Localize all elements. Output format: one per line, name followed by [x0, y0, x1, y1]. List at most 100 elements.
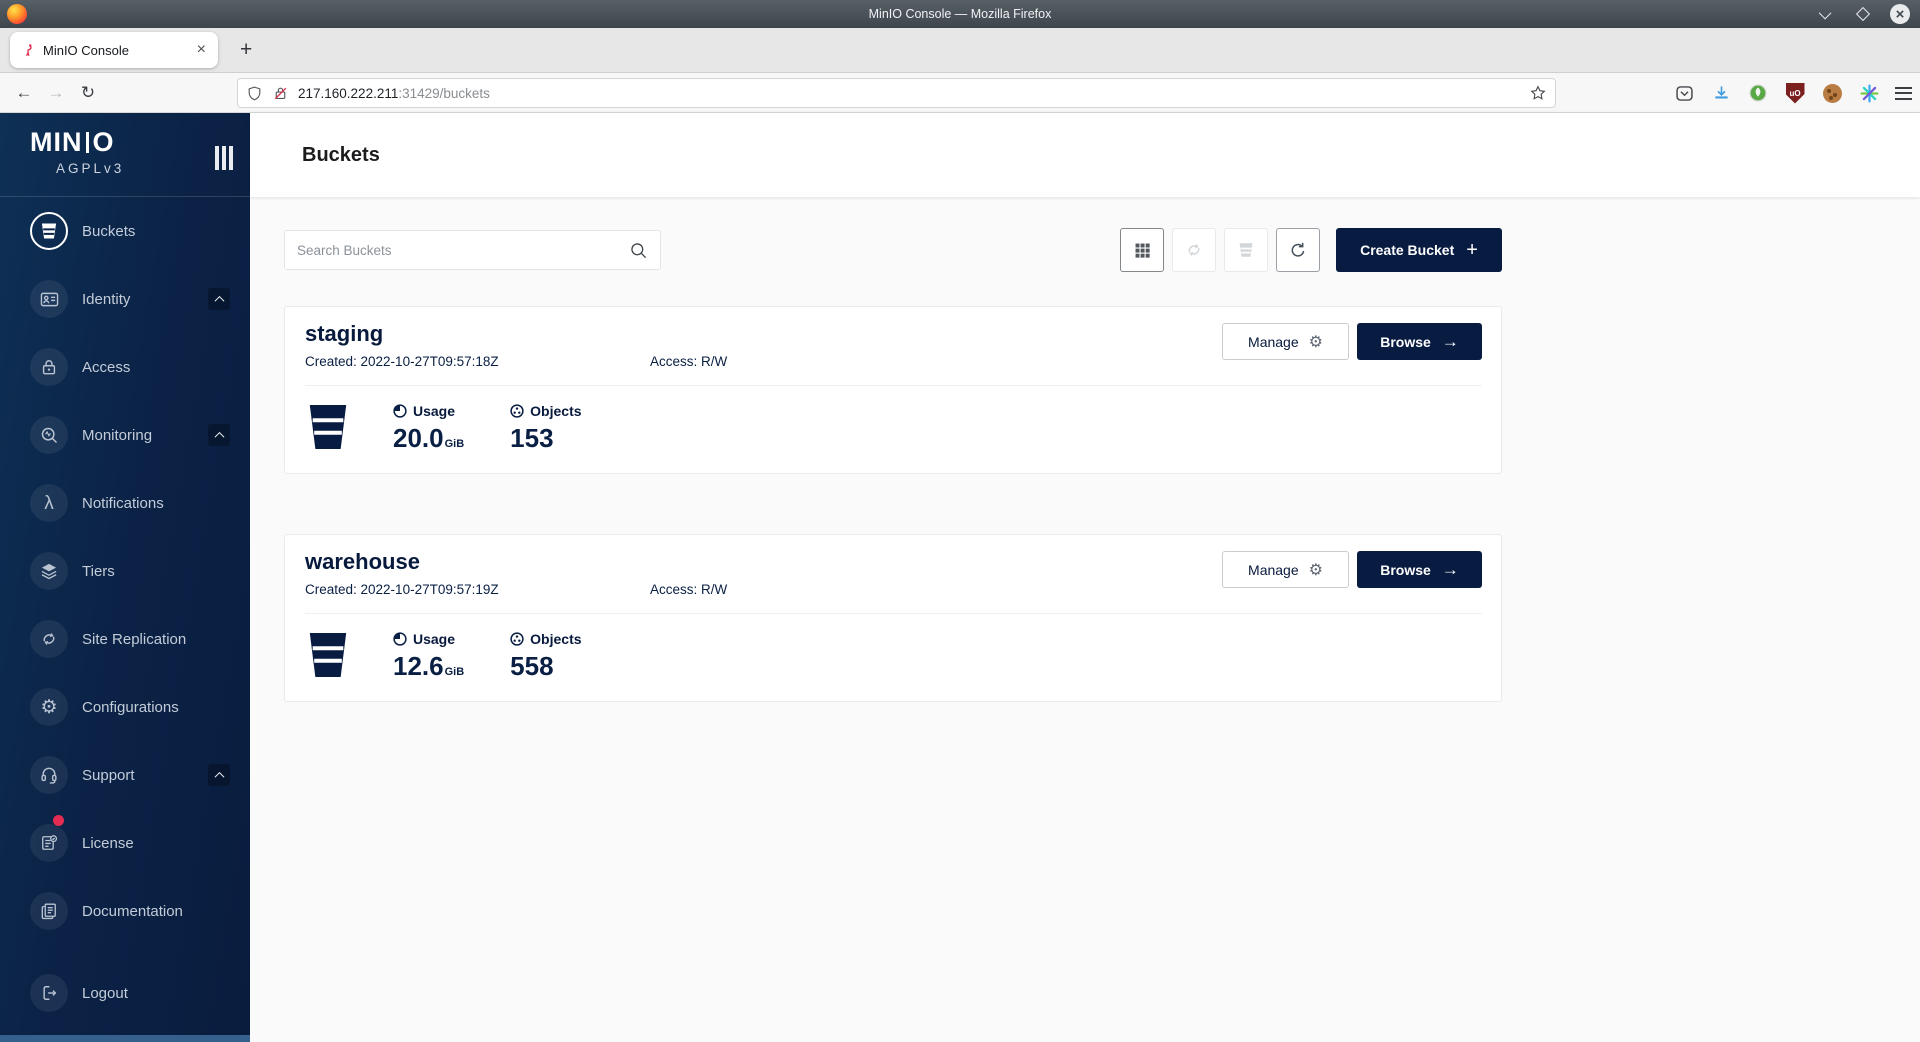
menu-button[interactable] [1895, 87, 1912, 100]
grid-icon [1133, 241, 1152, 260]
sidebar-item-label: Documentation [82, 903, 183, 920]
sidebar-item-label: Buckets [82, 223, 135, 240]
sidebar-item-tiers[interactable]: Tiers [0, 537, 250, 605]
chevron-up-icon[interactable] [208, 288, 230, 310]
sidebar-item-license[interactable]: License [0, 809, 250, 877]
sidebar-item-label: Site Replication [82, 631, 186, 648]
ublock-origin-icon[interactable]: uO [1784, 82, 1806, 104]
url-host: 217.160.222.211 [298, 86, 398, 101]
download-icon[interactable] [1710, 82, 1732, 104]
back-button[interactable]: ← [8, 83, 40, 103]
maximize-button[interactable] [1853, 4, 1873, 24]
reload-button[interactable]: ↻ [72, 83, 104, 103]
license-icon [30, 824, 68, 862]
bucket-card-staging: staging Created: 2022-10-27T09:57:18Z Ac… [284, 306, 1502, 474]
bucket-card-warehouse: warehouse Created: 2022-10-27T09:57:19Z … [284, 534, 1502, 702]
privacy-extension-icon[interactable] [1747, 82, 1769, 104]
new-tab-button[interactable]: + [232, 38, 260, 62]
sidebar-item-buckets[interactable]: Buckets [0, 197, 250, 265]
sidebar-item-label: Tiers [82, 563, 115, 580]
sidebar-item-site-replication[interactable]: Site Replication [0, 605, 250, 673]
usage-metric: Usage 20.0GiB [393, 401, 464, 453]
layers-icon [30, 552, 68, 590]
sidebar-item-notifications[interactable]: λ Notifications [0, 469, 250, 537]
sidebar-item-documentation[interactable]: Documentation [0, 877, 250, 945]
sidebar-collapse-button[interactable] [215, 146, 233, 170]
sidebar-item-label: Identity [82, 291, 130, 308]
arrow-right-icon: → [1442, 332, 1459, 352]
usage-pie-icon [393, 632, 407, 646]
buckets-icon [30, 212, 68, 250]
identity-icon [30, 280, 68, 318]
shield-icon[interactable] [246, 85, 263, 102]
sidebar-item-monitoring[interactable]: Monitoring [0, 401, 250, 469]
colorful-extension-icon[interactable] [1858, 82, 1880, 104]
lock-icon [30, 348, 68, 386]
gear-icon: ⚙ [30, 688, 68, 726]
browser-toolbar: ← → ↻ 217.160.222.211:31429/buckets uO [0, 73, 1920, 113]
sidebar-item-configurations[interactable]: ⚙ Configurations [0, 673, 250, 741]
license-tier-label: AGPLv3 [56, 161, 124, 176]
tab-title: MinIO Console [43, 43, 193, 58]
tab-minio-console[interactable]: MinIO Console × [10, 32, 218, 68]
minimize-button[interactable] [1816, 4, 1836, 24]
chevron-up-icon[interactable] [208, 424, 230, 446]
usage-metric: Usage 12.6GiB [393, 629, 464, 681]
gear-icon: ⚙ [1309, 332, 1323, 352]
bucket-icon [305, 401, 351, 453]
arrow-right-icon: → [1442, 560, 1459, 580]
sidebar-scrollbar[interactable] [0, 1035, 250, 1042]
bookmark-star-icon[interactable] [1529, 84, 1547, 102]
sidebar-item-label: Configurations [82, 699, 179, 716]
url-path: :31429/buckets [398, 86, 490, 101]
pocket-icon[interactable] [1673, 82, 1695, 104]
search-buckets-box [284, 230, 661, 270]
bucket-icon [305, 629, 351, 681]
objects-icon [510, 404, 524, 418]
browse-button[interactable]: Browse → [1357, 323, 1482, 360]
objects-metric: Objects 153 [510, 401, 581, 453]
tab-strip: MinIO Console × + [0, 28, 1920, 73]
grid-view-button[interactable] [1120, 228, 1164, 272]
url-bar[interactable]: 217.160.222.211:31429/buckets [237, 78, 1556, 108]
forward-button: → [40, 83, 72, 103]
sidebar-item-label: Monitoring [82, 427, 152, 444]
bucket-icon [1237, 241, 1255, 259]
maximize-icon [1856, 7, 1870, 21]
manage-button[interactable]: Manage ⚙ [1222, 551, 1349, 588]
bucket-access: Access: R/W [650, 582, 727, 597]
monitoring-icon [30, 416, 68, 454]
headset-icon [30, 756, 68, 794]
search-icon [629, 241, 648, 260]
minio-logo: MIN O [30, 127, 114, 158]
plus-icon: + [1466, 240, 1478, 260]
create-bucket-button[interactable]: Create Bucket + [1336, 228, 1502, 272]
page-title: Buckets [302, 144, 380, 167]
replication-icon [1184, 240, 1204, 260]
close-window-button[interactable]: × [1890, 4, 1910, 24]
page-header: Buckets [250, 113, 1920, 197]
documentation-icon [30, 892, 68, 930]
browse-button[interactable]: Browse → [1357, 551, 1482, 588]
notification-badge [53, 815, 64, 826]
url-text[interactable]: 217.160.222.211:31429/buckets [298, 86, 1529, 101]
search-input[interactable] [297, 243, 629, 258]
chevron-down-icon [1818, 6, 1831, 19]
cookie-extension-icon[interactable] [1821, 82, 1843, 104]
sidebar-item-support[interactable]: Support [0, 741, 250, 809]
sidebar-item-identity[interactable]: Identity [0, 265, 250, 333]
objects-metric: Objects 558 [510, 629, 581, 681]
tab-close-button[interactable]: × [193, 41, 210, 59]
sidebar-item-label: Access [82, 359, 130, 376]
lambda-icon: λ [30, 484, 68, 522]
window-titlebar: MinIO Console — Mozilla Firefox × [0, 0, 1920, 28]
sidebar-item-access[interactable]: Access [0, 333, 250, 401]
usage-pie-icon [393, 404, 407, 418]
insecure-lock-icon[interactable] [272, 85, 289, 102]
sidebar-item-logout[interactable]: Logout [0, 959, 250, 1027]
chevron-up-icon[interactable] [208, 764, 230, 786]
manage-button[interactable]: Manage ⚙ [1222, 323, 1349, 360]
sidebar-item-label: License [82, 835, 134, 852]
refresh-button[interactable] [1276, 228, 1320, 272]
objects-icon [510, 632, 524, 646]
